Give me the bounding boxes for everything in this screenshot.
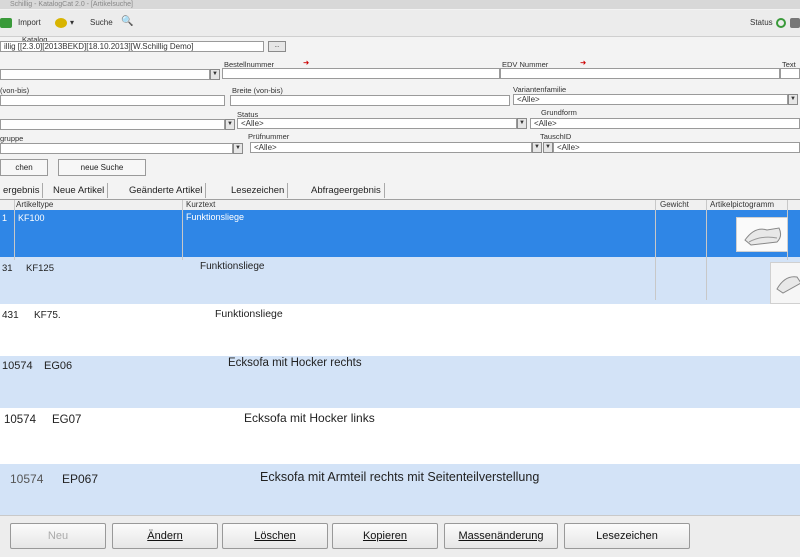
search-button[interactable]: Suche xyxy=(90,18,113,27)
row-artikeltype: KF125 xyxy=(26,263,54,274)
help-icon[interactable] xyxy=(790,18,800,28)
table-row[interactable] xyxy=(0,304,800,356)
row-artikeltype: KF100 xyxy=(18,213,45,223)
delete-button[interactable]: Löschen xyxy=(222,523,328,549)
search-icon[interactable]: 🔍 xyxy=(121,16,133,27)
column-header-artikeltype[interactable]: Artikeltype xyxy=(16,200,53,209)
column-header-kurztext[interactable]: Kurztext xyxy=(186,200,215,209)
catalog-browse-button[interactable]: ... xyxy=(268,41,286,52)
grundform-label: Grundform xyxy=(541,108,577,117)
chevron-down-icon[interactable]: ▼ xyxy=(233,143,243,154)
arrow-right-icon[interactable]: ➜ xyxy=(303,58,309,67)
row-id: 1 xyxy=(2,213,8,223)
new-button[interactable]: Neu xyxy=(10,523,106,549)
breite-label: Breite (von-bis) xyxy=(232,86,283,95)
table-row[interactable] xyxy=(0,210,800,257)
row-kurztext: Funktionsliege xyxy=(186,212,245,222)
chevron-down-icon[interactable]: ▼ xyxy=(210,69,220,80)
edit-button[interactable]: Ändern xyxy=(112,523,218,549)
edv-field[interactable] xyxy=(500,68,780,79)
row-id: 10574 xyxy=(10,472,44,486)
window-title: Schillig - KatalogCat 2.0 - [Artikelsuch… xyxy=(0,0,800,9)
tauschid-select[interactable]: <Alle> xyxy=(553,142,800,153)
mass-edit-button[interactable]: Massenänderung xyxy=(444,523,558,549)
chevron-down-icon[interactable]: ▼ xyxy=(517,118,527,129)
tab-lesezeichen[interactable]: Lesezeichen xyxy=(228,183,289,198)
row-id: 10574 xyxy=(2,360,33,372)
chevron-down-icon[interactable]: ▾ xyxy=(70,18,74,27)
tauschid-label: TauschID xyxy=(540,132,572,141)
database-icon[interactable] xyxy=(55,18,67,28)
chevron-down-icon[interactable]: ▼ xyxy=(532,142,542,153)
status-select[interactable]: <Alle> xyxy=(237,118,517,129)
gruppe-label: gruppe xyxy=(0,134,24,143)
chair-icon xyxy=(736,217,788,252)
new-search-button[interactable]: neue Suche xyxy=(58,159,146,176)
chevron-down-icon[interactable]: ▼ xyxy=(225,119,235,130)
table-row[interactable] xyxy=(0,408,800,464)
column-header-gewicht[interactable]: Gewicht xyxy=(660,200,689,209)
app-icon xyxy=(0,18,12,28)
row-id: 10574 xyxy=(4,414,36,426)
row-artikeltype: EP067 xyxy=(62,472,99,486)
row-artikeltype: EG07 xyxy=(52,414,82,426)
pruefnummer-label: Prüfnummer xyxy=(248,132,290,141)
chevron-down-icon[interactable]: ▼ xyxy=(543,142,553,153)
tab-abfrageergebnis[interactable]: Abfrageergebnis xyxy=(308,183,385,198)
action-bar: Neu Ändern Löschen Kopieren Massenänderu… xyxy=(0,515,800,557)
import-button[interactable]: Import xyxy=(18,18,41,27)
row-kurztext: Funktionsliege xyxy=(215,308,283,320)
bestellnummer-field[interactable] xyxy=(222,68,500,79)
row-kurztext: Ecksofa mit Armteil rechts mit Seitentei… xyxy=(260,470,540,484)
table-row[interactable] xyxy=(0,257,800,304)
toolbar: Import ▾ Suche 🔍 Status xyxy=(0,10,800,37)
table-row[interactable] xyxy=(0,356,800,408)
row-artikeltype: EG06 xyxy=(44,360,73,372)
filter-field-3[interactable] xyxy=(0,119,225,130)
row-kurztext: Ecksofa mit Hocker links xyxy=(244,411,375,425)
breite-field[interactable] xyxy=(230,95,510,106)
variantenfamilie-label: Variantenfamilie xyxy=(513,85,567,94)
chevron-down-icon[interactable]: ▼ xyxy=(788,94,798,105)
row-kurztext: Ecksofa mit Hocker rechts xyxy=(228,357,362,369)
status-ok-icon xyxy=(776,18,786,28)
chair-icon xyxy=(770,262,800,304)
pruefnummer-select[interactable]: <Alle> xyxy=(250,142,532,153)
tab-geaenderte-artikel[interactable]: Geänderte Artikel xyxy=(126,183,207,198)
status-label: Status xyxy=(750,18,773,27)
row-id: 431 xyxy=(2,310,19,321)
text-field[interactable] xyxy=(780,68,800,79)
row-kurztext: Funktionsliege xyxy=(200,261,265,272)
variantenfamilie-select[interactable]: <Alle> xyxy=(513,94,788,105)
gruppe-select[interactable] xyxy=(0,143,233,154)
results-grid: Artikeltype Kurztext Gewicht Artikelpict… xyxy=(0,200,800,515)
search-submit-button[interactable]: chen xyxy=(0,159,48,176)
filter-field-1[interactable] xyxy=(0,69,210,80)
result-tabs: ergebnis Neue Artikel Geänderte Artikel … xyxy=(0,183,800,200)
von-bis-label: (von-bis) xyxy=(0,86,30,95)
grundform-select[interactable]: <Alle> xyxy=(530,118,800,129)
catalog-field[interactable]: illig [[2.3.0][2013BEKD][18.10.2013][W.S… xyxy=(0,41,264,52)
bookmark-button[interactable]: Lesezeichen xyxy=(564,523,690,549)
von-field[interactable] xyxy=(0,95,225,106)
row-artikeltype: KF75. xyxy=(34,310,61,321)
arrow-right-icon[interactable]: ➜ xyxy=(580,58,586,67)
column-header-artikelpictogramm[interactable]: Artikelpictogramm xyxy=(710,200,774,209)
tab-neue-artikel[interactable]: Neue Artikel xyxy=(50,183,109,198)
row-id: 31 xyxy=(2,263,13,274)
copy-button[interactable]: Kopieren xyxy=(332,523,438,549)
tab-suchergebnis[interactable]: ergebnis xyxy=(0,183,44,198)
